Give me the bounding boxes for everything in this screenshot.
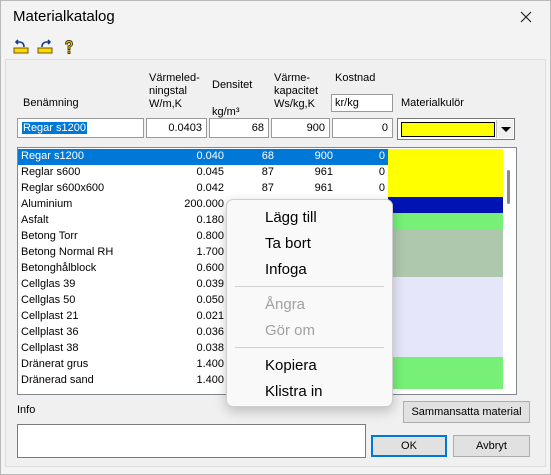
header-conductivity: Värmeled- ningstal W/m,K — [149, 72, 200, 110]
material-row[interactable]: Reglar s600x600 0.042 87 961 0 — [18, 181, 388, 197]
menu-item-add[interactable]: Lägg till — [265, 207, 317, 229]
material-value: 0.039 — [196, 278, 224, 290]
material-name: Cellplast 21 — [21, 310, 79, 322]
material-color-select[interactable] — [397, 118, 515, 140]
material-value: 1.400 — [196, 358, 224, 370]
material-color-cell — [388, 293, 503, 309]
cancel-button[interactable]: Avbryt — [453, 435, 530, 457]
ok-button[interactable]: OK — [371, 435, 447, 457]
material-value: 87 — [261, 166, 274, 178]
material-value: 0 — [378, 166, 385, 178]
material-value: 68 — [261, 150, 274, 162]
menu-separator — [235, 286, 384, 287]
material-color-cell — [388, 373, 503, 389]
material-value: 0.036 — [196, 326, 224, 338]
menu-item-insert[interactable]: Infoga — [265, 259, 307, 281]
conductivity-field[interactable]: 0.0403 — [146, 118, 207, 138]
menu-item-paste[interactable]: Klistra in — [265, 381, 323, 403]
material-value: 0.042 — [196, 182, 224, 194]
material-color-cell — [388, 149, 503, 165]
material-value: 0.021 — [196, 310, 224, 322]
close-icon — [520, 11, 532, 23]
material-name: Asfalt — [21, 214, 49, 226]
material-value: 1.400 — [196, 374, 224, 386]
density-field[interactable]: 68 — [209, 118, 269, 138]
material-value: 0.600 — [196, 262, 224, 274]
header-name: Benämning — [23, 97, 79, 109]
material-value: 0.040 — [196, 150, 224, 162]
cost-field[interactable]: 0 — [332, 118, 393, 138]
info-field[interactable] — [17, 424, 366, 458]
material-color-cell — [388, 213, 503, 229]
material-color-cell — [388, 309, 503, 325]
material-color-cell — [388, 277, 503, 293]
material-color-cell — [388, 357, 503, 373]
chevron-down-icon[interactable] — [496, 120, 513, 138]
undo-icon[interactable] — [13, 39, 29, 55]
cost-unit-label: kr/kg — [331, 94, 393, 112]
close-button[interactable] — [508, 3, 544, 31]
help-icon[interactable] — [61, 39, 77, 55]
material-color-cell — [388, 341, 503, 357]
material-name: Regar s1200 — [21, 150, 84, 162]
material-value: 0.180 — [196, 214, 224, 226]
material-value: 0.050 — [196, 294, 224, 306]
window-title: Materialkatalog — [13, 8, 115, 25]
materialkatalog-dialog: Materialkatalog Benämning Värmeled- ning… — [0, 0, 551, 475]
material-name: Betong Torr — [21, 230, 78, 242]
material-name: Cellplast 38 — [21, 342, 79, 354]
color-swatch — [401, 122, 495, 137]
menu-item-redo: Gör om — [265, 322, 316, 339]
title-bar: Materialkatalog — [1, 1, 550, 34]
material-value: 0.038 — [196, 342, 224, 354]
material-color-cell — [388, 165, 503, 181]
material-value: 0.045 — [196, 166, 224, 178]
material-value: 961 — [314, 166, 333, 178]
material-value: 900 — [314, 150, 333, 162]
material-name: Dränerat grus — [21, 358, 89, 370]
header-color: Materialkulör — [401, 97, 464, 109]
scrollbar[interactable] — [502, 148, 516, 394]
info-label: Info — [17, 404, 36, 416]
menu-item-undo: Ångra — [265, 296, 306, 313]
material-color-cell — [388, 181, 503, 197]
material-value: 0.800 — [196, 230, 224, 242]
material-value: 200.000 — [184, 198, 224, 210]
material-value: 961 — [314, 182, 333, 194]
header-heat-capacity: Värme- kapacitet Ws/kg,K — [274, 72, 319, 110]
material-value: 87 — [261, 182, 274, 194]
material-name: Reglar s600x600 — [21, 182, 105, 194]
header-cost: Kostnad — [335, 72, 376, 84]
material-name: Reglar s600 — [21, 166, 81, 178]
redo-icon[interactable] — [37, 39, 53, 55]
menu-item-delete[interactable]: Ta bort — [265, 233, 311, 255]
material-row[interactable]: Reglar s600 0.045 87 961 0 — [18, 165, 388, 181]
scrollbar-thumb[interactable] — [507, 170, 510, 204]
name-field[interactable]: Regar s1200 — [17, 118, 144, 138]
material-row[interactable]: Regar s1200 0.040 68 900 0 — [18, 149, 388, 165]
material-name: Betong Normal RH — [21, 246, 114, 258]
context-menu: Lägg till Ta bort Infoga Ångra Gör om Ko… — [226, 199, 393, 407]
material-value: 0 — [378, 182, 385, 194]
heat-capacity-field[interactable]: 900 — [271, 118, 330, 138]
material-color-cell — [388, 325, 503, 341]
material-name: Cellglas 39 — [21, 278, 76, 290]
menu-item-copy[interactable]: Kopiera — [265, 355, 317, 377]
material-color-cell — [388, 197, 503, 213]
material-name: Cellplast 36 — [21, 326, 79, 338]
material-name: Cellglas 50 — [21, 294, 76, 306]
menu-separator — [235, 347, 384, 348]
material-name: Aluminium — [21, 198, 73, 210]
material-color-cell — [388, 261, 503, 277]
material-value: 1.700 — [196, 246, 224, 258]
material-name: Betonghålblock — [21, 262, 97, 274]
material-color-cell — [388, 229, 503, 245]
material-name: Dränerad sand — [21, 374, 94, 386]
material-value: 0 — [378, 150, 385, 162]
composite-materials-button[interactable]: Sammansatta material — [403, 401, 530, 423]
material-color-cell — [388, 245, 503, 261]
